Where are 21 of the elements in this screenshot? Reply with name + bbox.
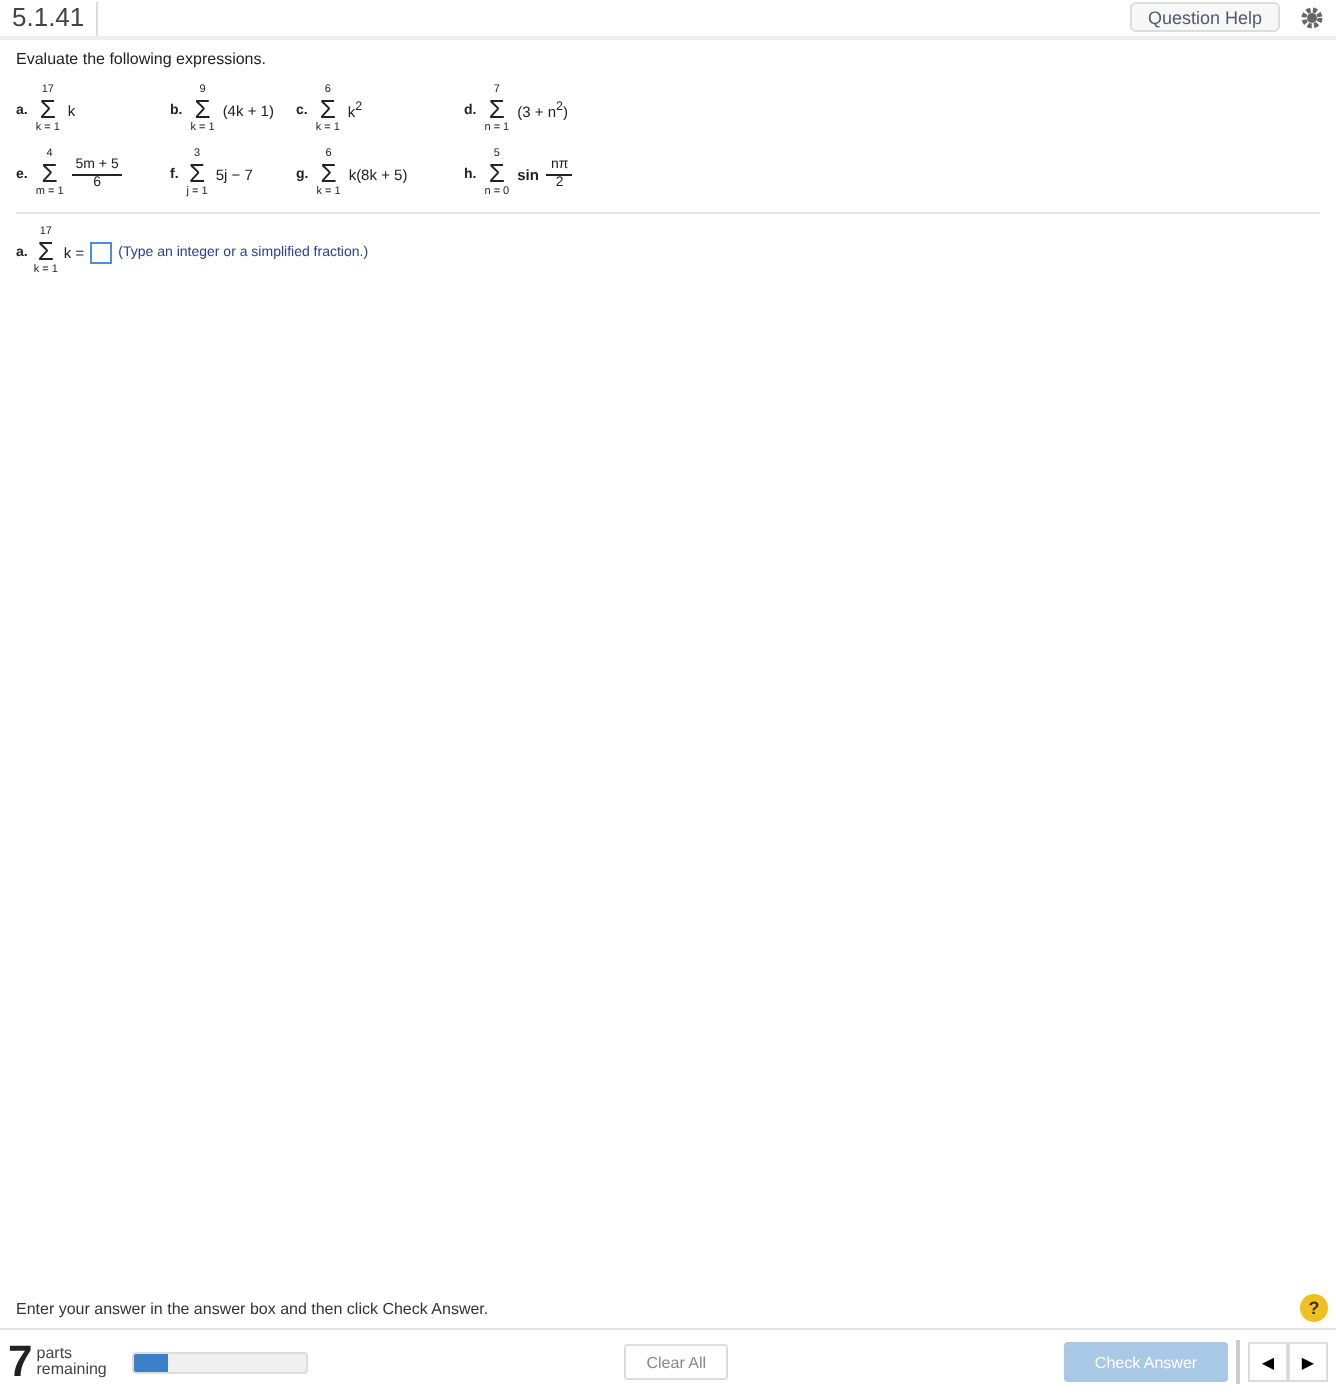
- settings-icon[interactable]: [1300, 6, 1324, 30]
- sigma-icon: Σ: [320, 162, 337, 186]
- next-button[interactable]: ▶: [1288, 1342, 1328, 1382]
- sigma-icon: Σ: [189, 162, 206, 186]
- question-number: 5.1.41: [12, 2, 85, 34]
- clear-all-button[interactable]: Clear All: [624, 1344, 729, 1380]
- sigma-icon: Σ: [319, 98, 336, 122]
- parts-count: 7: [8, 1340, 33, 1384]
- sigma-icon: Σ: [194, 98, 211, 122]
- parts-label: parts remaining: [36, 1346, 109, 1378]
- footer-instruction: Enter your answer in the answer box and then click Check Answer.: [16, 1299, 489, 1317]
- sigma-icon: Σ: [39, 98, 56, 122]
- sigma-icon: Σ: [41, 162, 58, 186]
- answer-box[interactable]: [90, 241, 113, 263]
- sigma-icon: Σ: [488, 162, 505, 186]
- sigma-icon: Σ: [488, 98, 505, 122]
- instruction-text: Evaluate the following expressions.: [16, 50, 268, 68]
- help-icon[interactable]: ?: [1300, 1294, 1328, 1322]
- question-help-button[interactable]: Question Help: [1129, 2, 1280, 32]
- previous-button[interactable]: ◀: [1248, 1342, 1288, 1382]
- sigma-icon: Σ: [37, 240, 54, 264]
